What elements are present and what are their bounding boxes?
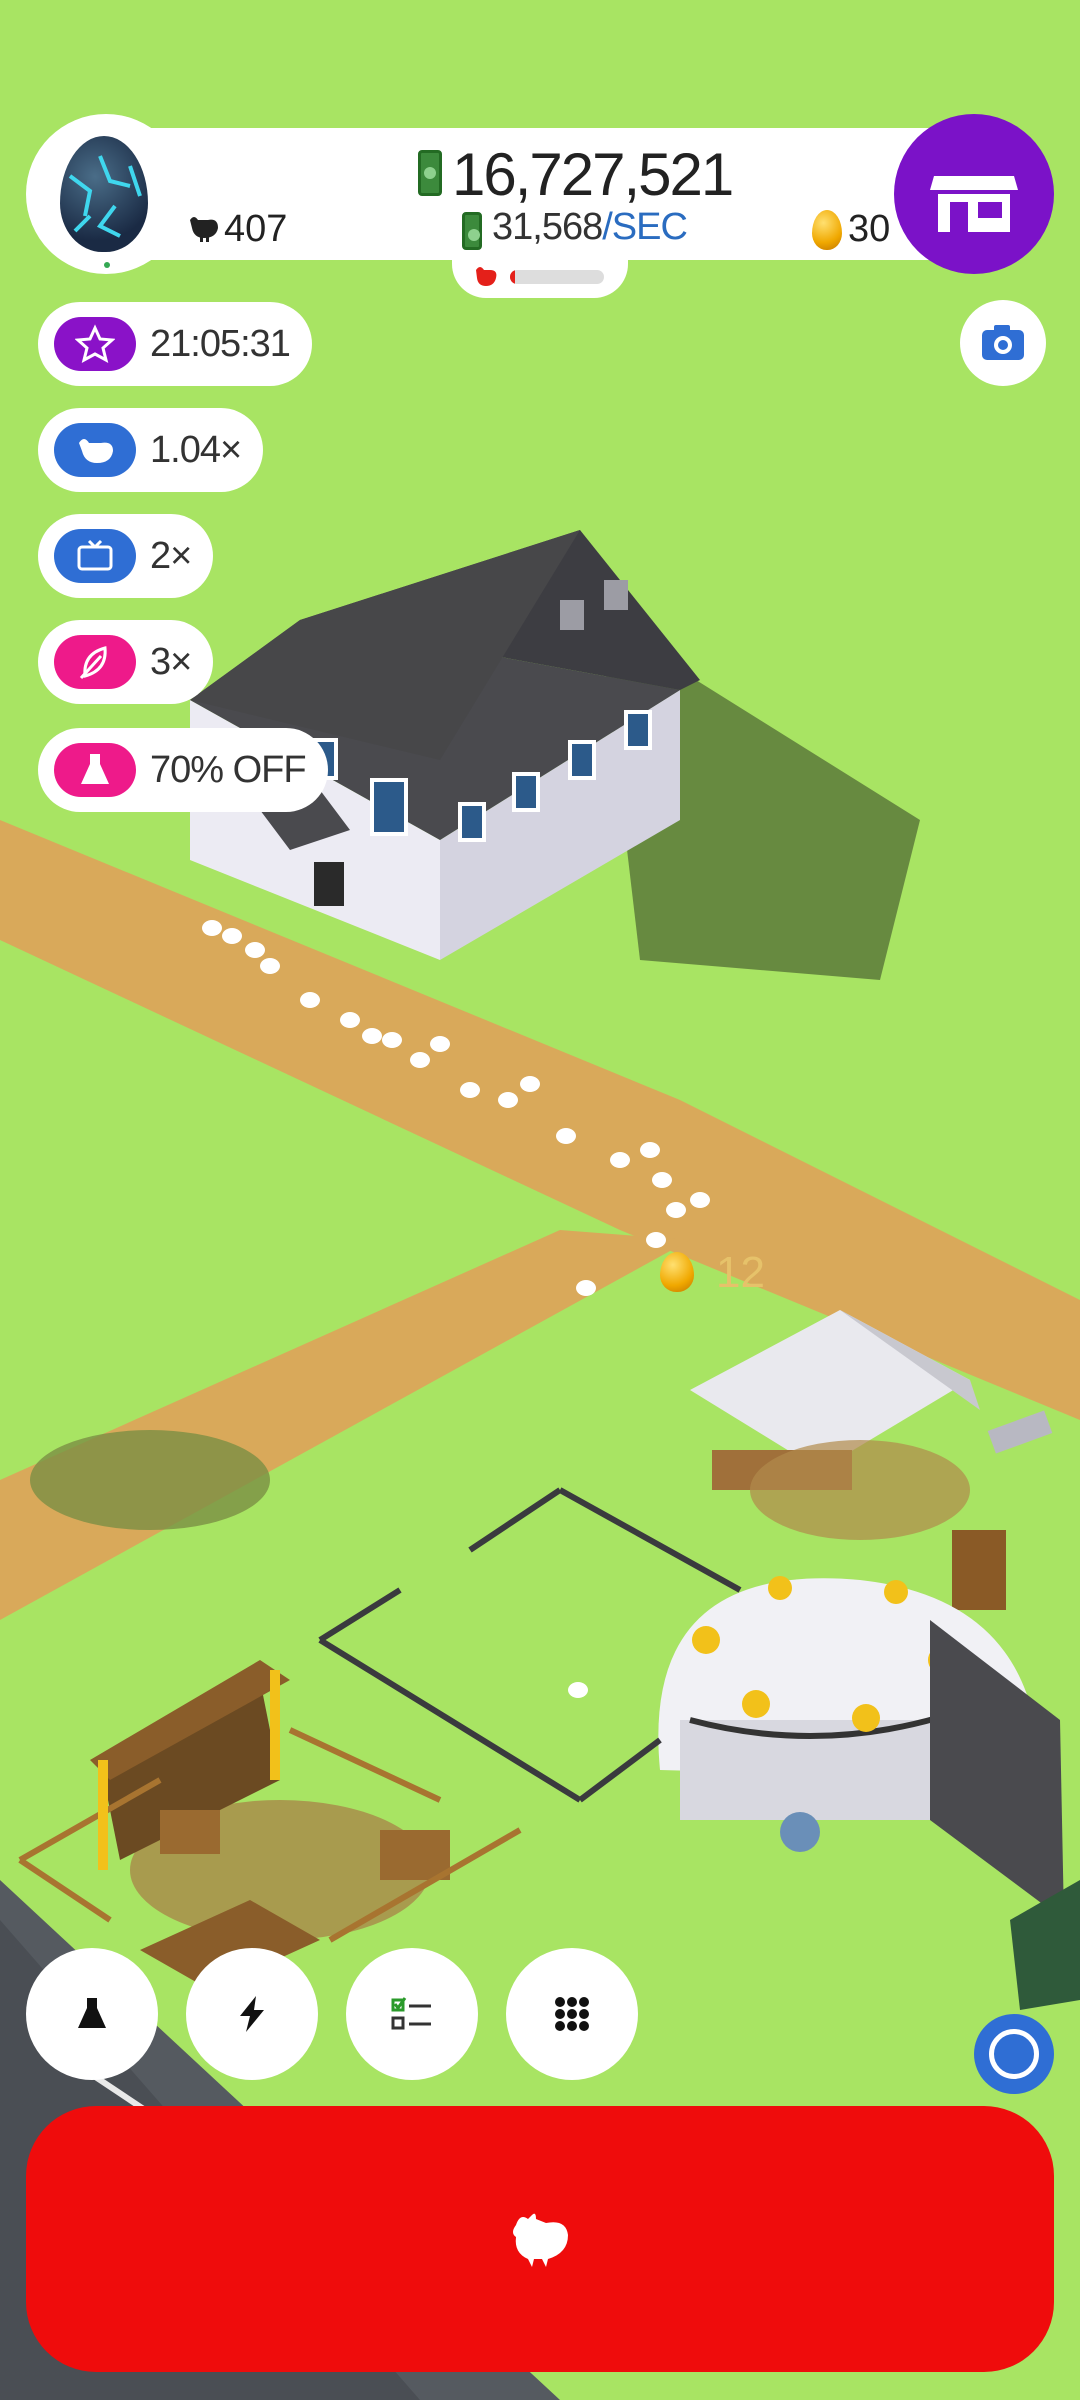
income-rate: 31,568/SEC (492, 206, 688, 249)
video-boost-pill[interactable]: 2× (38, 514, 214, 598)
quests-button[interactable] (346, 1948, 478, 2080)
chicken-icon (513, 2213, 568, 2267)
tv-icon (54, 529, 136, 583)
red-chicken-icon (476, 267, 497, 286)
shop-icon (930, 176, 1018, 232)
money-total: 16,727,521 (452, 141, 734, 208)
feather-boost-pill[interactable]: 3× (38, 620, 214, 704)
online-indicator (104, 262, 110, 268)
video-boost-label: 2× (150, 534, 192, 577)
checklist-icon (391, 1997, 431, 2030)
income-rate-unit: /SEC (602, 206, 688, 248)
flask-icon (54, 743, 136, 797)
assistant-button[interactable] (974, 2014, 1054, 2094)
hatch-chicken-button[interactable] (26, 2106, 1054, 2372)
feather-boost-label: 3× (150, 640, 192, 683)
chicken-boost-icon (54, 423, 136, 477)
camera-button[interactable] (960, 300, 1046, 386)
golden-egg-count: 30 (848, 208, 891, 250)
flask-icon (78, 1998, 106, 2028)
shop-button[interactable] (894, 114, 1054, 274)
chicken-boost-label: 1.04× (150, 428, 242, 471)
boost-button[interactable] (186, 1948, 318, 2080)
floating-coin-icon (660, 1252, 694, 1292)
golden-egg-icon (812, 210, 842, 250)
chicken-icon (190, 217, 218, 242)
cash-icon (418, 150, 442, 196)
research-discount-label: 70% OFF (150, 748, 307, 791)
circle-icon (989, 2029, 1039, 2079)
chicken-count: 407 (224, 208, 288, 250)
star-icon (54, 317, 136, 371)
lightning-icon (240, 1996, 264, 2032)
camera-icon (982, 325, 1024, 360)
research-button[interactable] (26, 1948, 158, 2080)
cash-rate-icon (462, 212, 482, 250)
menu-button[interactable] (506, 1948, 638, 2080)
chicken-boost-pill[interactable]: 1.04× (38, 408, 264, 492)
boost-timer-pill[interactable]: 21:05:31 (38, 302, 312, 386)
floating-coin-value: 12 (716, 1248, 765, 1297)
boost-timer-label: 21:05:31 (150, 322, 291, 365)
feather-icon (54, 635, 136, 689)
grid-icon (555, 1997, 589, 2031)
income-rate-value: 31,568 (492, 206, 603, 248)
hatch-progress-bar (510, 270, 604, 284)
research-discount-pill[interactable]: 70% OFF (38, 728, 328, 812)
